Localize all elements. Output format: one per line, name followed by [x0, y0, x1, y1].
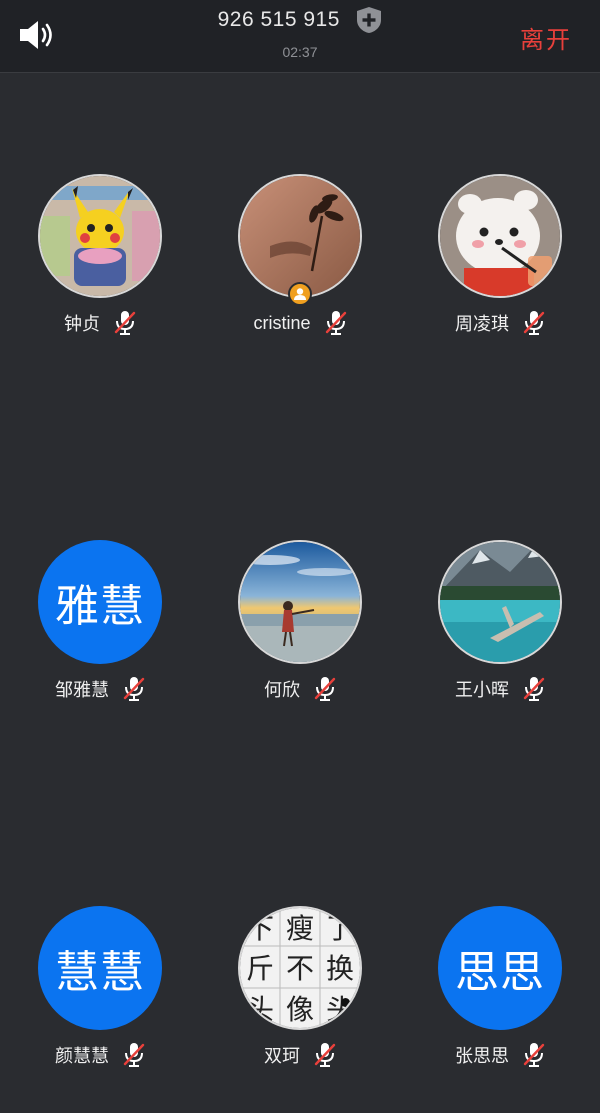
- participant-name: 王小晖: [455, 680, 509, 700]
- participant-name: 钟贞: [64, 314, 100, 334]
- photo-avatar[interactable]: [38, 174, 162, 298]
- meeting-id-row: 926 515 915: [0, 6, 600, 34]
- mic-muted-icon: [314, 1042, 336, 1068]
- participant-name-row: 王小晖: [400, 674, 600, 704]
- participant-name: 颜慧慧: [55, 1046, 109, 1066]
- mic-muted-icon: [114, 310, 136, 336]
- participant-tile[interactable]: 何欣: [200, 540, 400, 720]
- leave-button[interactable]: 离开: [520, 20, 572, 55]
- grid-char: 了: [325, 912, 354, 945]
- grid-char: 头: [325, 993, 354, 1026]
- mic-muted-icon: [325, 310, 347, 336]
- text-avatar[interactable]: 雅慧: [38, 540, 162, 664]
- participant-name-row: 张思思: [400, 1040, 600, 1070]
- grid-char: 不: [285, 952, 314, 985]
- participant-tile[interactable]: 周凌琪: [400, 174, 600, 354]
- participant-name: 张思思: [455, 1046, 509, 1066]
- grid-char: 斤: [245, 952, 274, 985]
- participant-name-row: 何欣: [200, 674, 400, 704]
- grid-char: 下: [245, 912, 274, 945]
- participant-tile[interactable]: 下瘦了斤不换头像头 双珂: [200, 906, 400, 1086]
- participant-name: 周凌琪: [455, 314, 509, 334]
- participant-tile[interactable]: 钟贞: [0, 174, 200, 354]
- photo-avatar[interactable]: 下瘦了斤不换头像头: [238, 906, 362, 1030]
- meeting-id[interactable]: 926 515 915: [218, 8, 340, 31]
- call-timer: 02:37: [282, 44, 318, 60]
- text-avatar[interactable]: 慧慧: [38, 906, 162, 1030]
- participant-tile[interactable]: 慧慧颜慧慧: [0, 906, 200, 1086]
- participant-name: cristine: [253, 312, 311, 333]
- grid-char: 头: [245, 993, 274, 1026]
- photo-avatar[interactable]: [238, 174, 362, 298]
- host-badge-icon: [288, 282, 312, 306]
- participant-tile[interactable]: cristine: [200, 174, 400, 354]
- participant-name-row: cristine: [200, 308, 400, 338]
- mic-muted-icon: [523, 676, 545, 702]
- participant-name: 双珂: [264, 1046, 300, 1066]
- participant-name: 何欣: [264, 680, 300, 700]
- participant-name-row: 颜慧慧: [0, 1040, 200, 1070]
- participant-name-row: 邹雅慧: [0, 674, 200, 704]
- mic-muted-icon: [523, 310, 545, 336]
- photo-avatar[interactable]: [238, 540, 362, 664]
- photo-avatar[interactable]: [438, 540, 562, 664]
- participant-name-row: 双珂: [200, 1040, 400, 1070]
- participant-tile[interactable]: 思思张思思: [400, 906, 600, 1086]
- participant-name-row: 周凌琪: [400, 308, 600, 338]
- top-bar: 926 515 915 02:37 离开: [0, 0, 600, 73]
- shield-plus-icon[interactable]: [356, 6, 382, 34]
- participant-tile[interactable]: 王小晖: [400, 540, 600, 720]
- grid-char: 瘦: [285, 912, 314, 945]
- participant-name-row: 钟贞: [0, 308, 200, 338]
- mic-muted-icon: [314, 676, 336, 702]
- grid-char: 像: [285, 993, 314, 1026]
- mic-muted-icon: [123, 676, 145, 702]
- mic-muted-icon: [123, 1042, 145, 1068]
- mic-muted-icon: [523, 1042, 545, 1068]
- participant-tile[interactable]: 雅慧邹雅慧: [0, 540, 200, 720]
- grid-char: 换: [325, 952, 354, 985]
- text-avatar[interactable]: 思思: [438, 906, 562, 1030]
- photo-avatar[interactable]: [438, 174, 562, 298]
- participant-name: 邹雅慧: [55, 680, 109, 700]
